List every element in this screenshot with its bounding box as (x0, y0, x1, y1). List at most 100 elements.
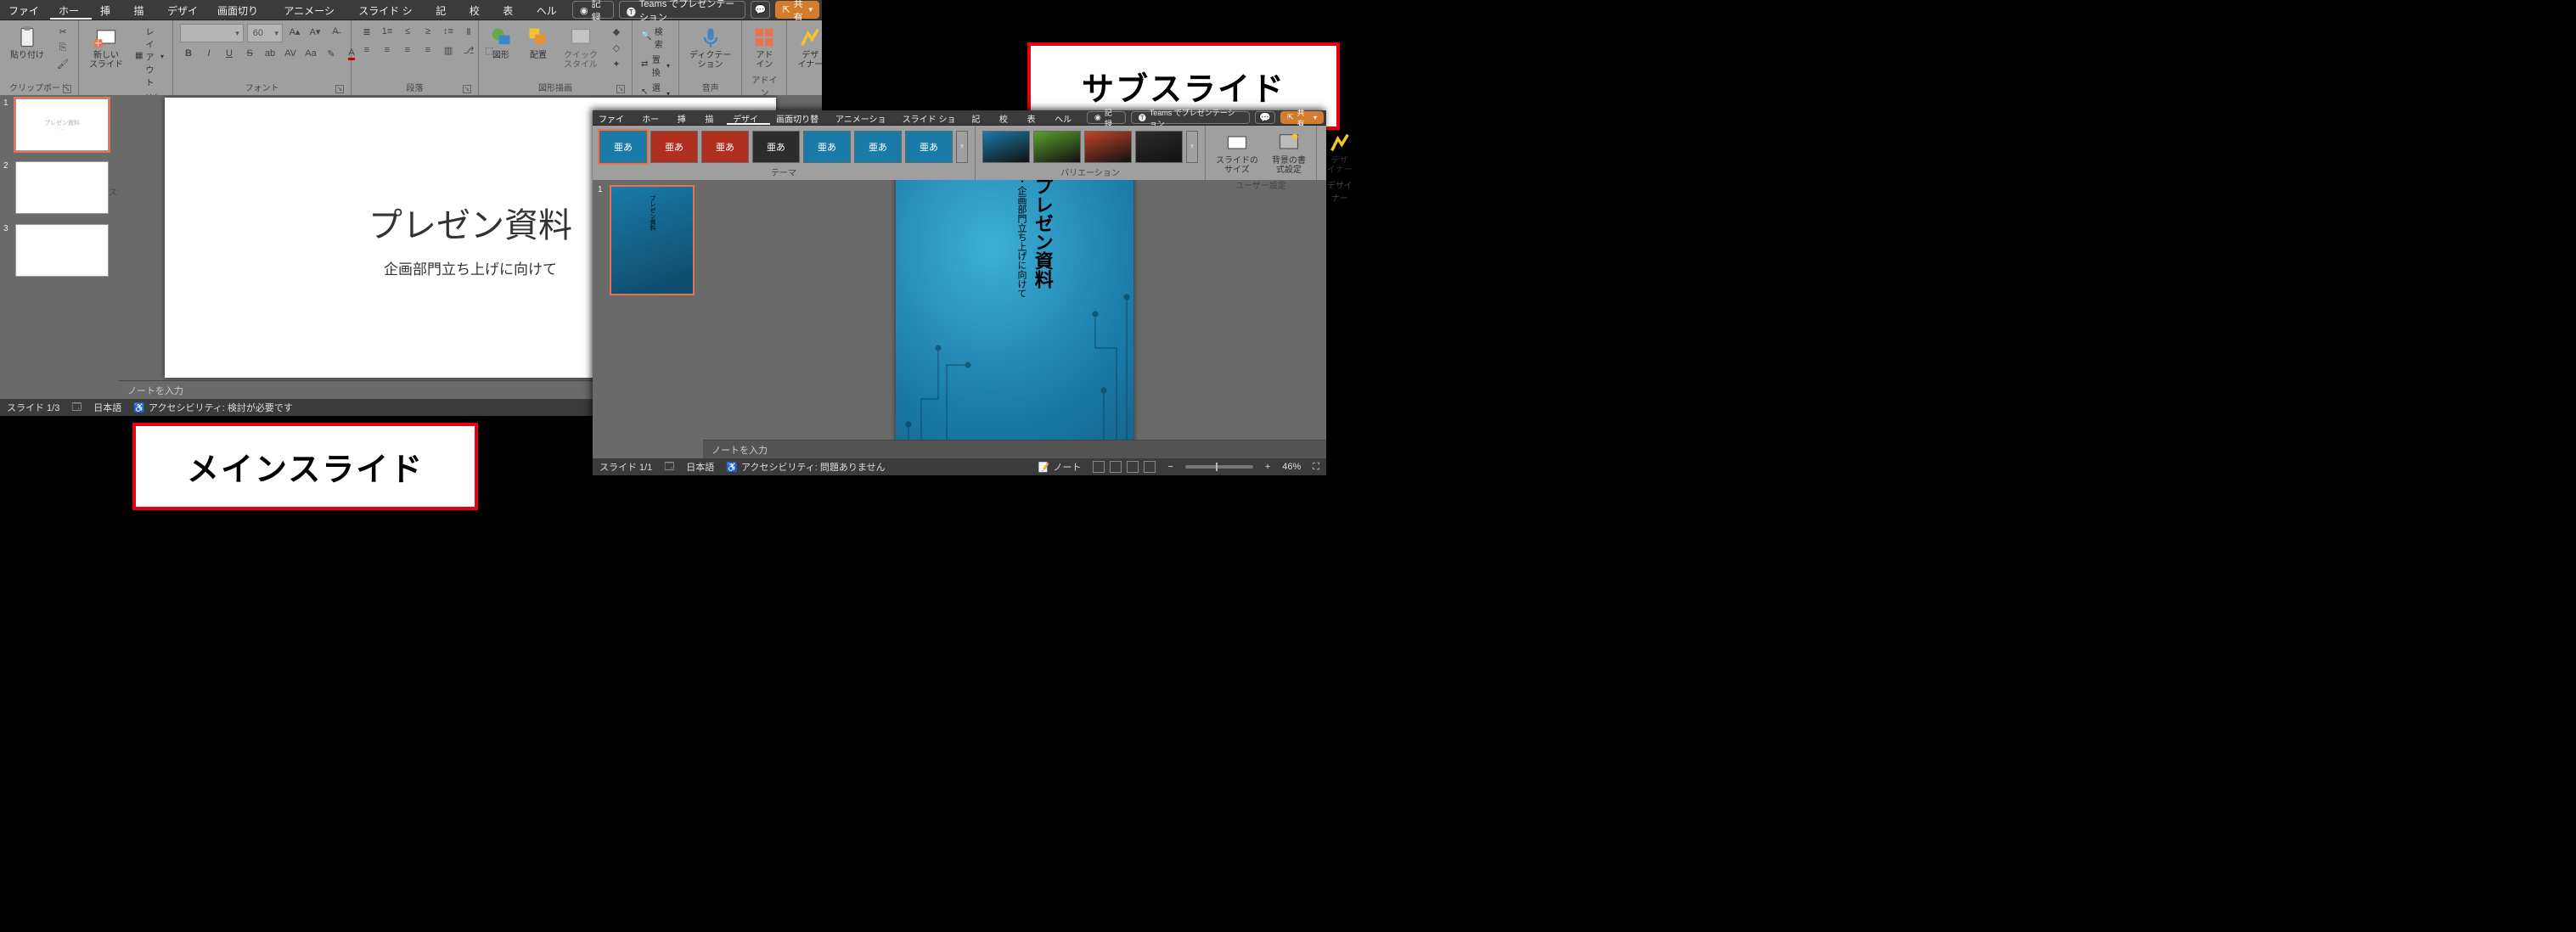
clear-formatting-button[interactable]: A̶ (327, 24, 344, 39)
decrease-font-button[interactable]: A▾ (307, 24, 323, 39)
dictate-button[interactable]: ディクテー ション (686, 24, 734, 71)
clipboard-dialog-launcher[interactable]: ↘ (63, 85, 71, 93)
copy-button[interactable]: ⎘ (54, 40, 71, 55)
tab-design[interactable]: デザイン (159, 0, 209, 20)
shape-outline-button[interactable]: ◇ (608, 40, 625, 55)
theme-thumb-2[interactable]: 亜あ (701, 131, 749, 163)
variation-thumb-3[interactable] (1135, 131, 1183, 163)
zoom-in-button[interactable]: + (1265, 462, 1270, 472)
designer-button[interactable]: デザ イナー (794, 24, 826, 71)
font-name-combo[interactable] (180, 24, 244, 42)
sub-tab-file[interactable]: ファイル (593, 110, 636, 125)
sub-tab-draw[interactable]: 描画 (699, 110, 727, 125)
tab-help[interactable]: ヘルプ (528, 0, 570, 20)
tab-insert[interactable]: 挿入 (92, 0, 126, 20)
shape-fill-button[interactable]: ◆ (608, 24, 625, 39)
main-slide-title[interactable]: プレゼン資料 (368, 198, 572, 247)
sub-tab-animations[interactable]: アニメーション (830, 110, 897, 125)
align-right-button[interactable]: ≡ (399, 42, 416, 58)
status-outline-icon[interactable]: 🗔 (71, 400, 82, 416)
drawing-dialog-launcher[interactable]: ↘ (616, 85, 625, 93)
slideshow-view-button[interactable] (1144, 461, 1156, 473)
tab-animations[interactable]: アニメーション (275, 0, 350, 20)
tab-draw[interactable]: 描画 (125, 0, 159, 20)
theme-thumb-0[interactable]: 亜あ (599, 131, 647, 163)
increase-font-button[interactable]: A▴ (286, 24, 303, 39)
thumbnail-3[interactable]: 3 (3, 224, 115, 277)
variation-thumb-1[interactable] (1033, 131, 1081, 163)
find-button[interactable]: 🔍検索 (639, 24, 672, 51)
replace-button[interactable]: ⇄置換▾ (639, 52, 672, 79)
thumbnail-1[interactable]: 1 プレゼン資料 —— (3, 98, 115, 151)
theme-thumb-3[interactable]: 亜あ (752, 131, 800, 163)
tab-view[interactable]: 表示 (494, 0, 528, 20)
status-accessibility[interactable]: ♿ アクセシビリティ: 検討が必要です (133, 401, 293, 414)
share-button[interactable]: ⇱共有▾ (775, 1, 819, 19)
sub-status-outline-icon[interactable]: 🗔 (664, 459, 674, 475)
teams-present-button[interactable]: 🅣Teams でプレゼンテーション (619, 1, 745, 19)
theme-thumb-1[interactable]: 亜あ (650, 131, 698, 163)
text-direction-button[interactable]: Ⅱ (460, 24, 477, 39)
sub-tab-help[interactable]: ヘルプ (1049, 110, 1084, 125)
font-size-combo[interactable]: 60 (247, 24, 283, 42)
tab-transitions[interactable]: 画面切り替え (209, 0, 275, 20)
shadow-button[interactable]: ab (262, 46, 278, 61)
cut-button[interactable]: ✂ (54, 24, 71, 39)
paragraph-dialog-launcher[interactable]: ↘ (463, 85, 471, 93)
tab-home[interactable]: ホーム (50, 0, 92, 20)
sub-tab-insert[interactable]: 挿入 (672, 110, 700, 125)
variation-thumb-2[interactable] (1084, 131, 1132, 163)
new-slide-button[interactable]: ＋ 新しい スライド (86, 24, 127, 71)
zoom-out-button[interactable]: − (1167, 462, 1173, 472)
tab-review[interactable]: 校閲 (461, 0, 495, 20)
font-dialog-launcher[interactable]: ↘ (335, 85, 344, 93)
thumbnail-2[interactable]: 2 (3, 161, 115, 214)
align-center-button[interactable]: ≡ (379, 42, 396, 58)
decrease-indent-button[interactable]: ≤ (399, 24, 416, 39)
zoom-slider[interactable] (1185, 465, 1253, 469)
sub-slide-subtitle[interactable]: ・企画部門立ち上げに向けて (1015, 180, 1028, 298)
comments-button[interactable]: 💬 (751, 1, 771, 19)
sub-share-button[interactable]: ⇱共有▾ (1280, 111, 1324, 124)
bold-button[interactable]: B (180, 46, 197, 61)
bullets-button[interactable]: ≣ (358, 24, 375, 39)
reading-view-button[interactable] (1127, 461, 1139, 473)
sub-tab-transitions[interactable]: 画面切り替え (770, 110, 830, 125)
sub-tab-slideshow[interactable]: スライド ショー (897, 110, 966, 125)
theme-thumb-4[interactable]: 亜あ (803, 131, 851, 163)
change-case-button[interactable]: Aa (302, 46, 319, 61)
justify-button[interactable]: ≡ (419, 42, 436, 58)
sub-tab-design[interactable]: デザイン (727, 110, 770, 125)
columns-button[interactable]: ▥ (440, 42, 457, 58)
status-lang[interactable]: 日本語 (93, 401, 121, 414)
paste-button[interactable]: 貼り付け (7, 24, 48, 62)
fit-to-window-button[interactable]: ⛶ (1313, 462, 1319, 473)
sorter-view-button[interactable] (1110, 461, 1122, 473)
sub-status-accessibility[interactable]: ♿ アクセシビリティ: 問題ありません (726, 460, 885, 474)
sub-tab-home[interactable]: ホーム (636, 110, 672, 125)
variation-gallery[interactable]: ▾ (982, 129, 1198, 164)
sub-designer-button[interactable]: デザ イナー (1324, 129, 1356, 177)
char-spacing-button[interactable]: AV (282, 46, 299, 61)
shapes-button[interactable]: 図形 (486, 24, 516, 62)
sub-thumbnail-1[interactable]: プレゼン資料 (610, 185, 695, 295)
align-left-button[interactable]: ≡ (358, 42, 375, 58)
shape-effects-button[interactable]: ✦ (608, 56, 625, 71)
sub-tab-view[interactable]: 表示 (1021, 110, 1049, 125)
layout-button[interactable]: ▦レイアウト▾ (133, 24, 166, 89)
increase-indent-button[interactable]: ≥ (419, 24, 436, 39)
tab-slideshow[interactable]: スライド ショー (350, 0, 427, 20)
sub-teams-present-button[interactable]: 🅣Teams でプレゼンテーション (1131, 111, 1251, 124)
theme-thumb-5[interactable]: 亜あ (854, 131, 902, 163)
sub-status-lang[interactable]: 日本語 (686, 460, 714, 474)
numbering-button[interactable]: 1≡ (379, 24, 396, 39)
sub-status-notes-button[interactable]: 📝ノート (1038, 460, 1082, 474)
slide-size-button[interactable]: スライドの サイズ (1212, 129, 1262, 177)
addins-button[interactable]: アド イン (749, 24, 779, 71)
sub-tab-review[interactable]: 校閲 (993, 110, 1021, 125)
sub-slide[interactable]: プレゼン資料 ・企画部門立ち上げに向けて (896, 180, 1133, 440)
line-spacing-button[interactable]: ↕≡ (440, 24, 457, 39)
variation-thumb-0[interactable] (982, 131, 1030, 163)
sub-notes-bar[interactable]: ノートを入力 (703, 440, 1326, 458)
sub-slide-title[interactable]: プレゼン資料 (1029, 180, 1056, 289)
